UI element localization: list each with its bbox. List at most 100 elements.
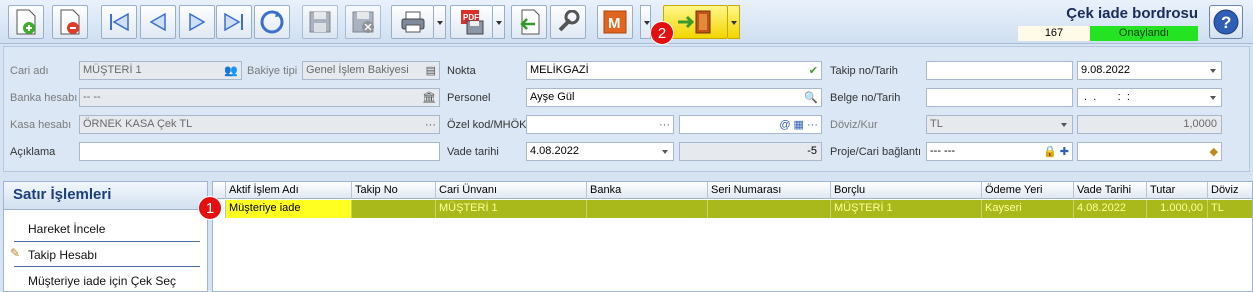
table-cell[interactable] (708, 200, 831, 218)
save-button[interactable] (302, 5, 338, 39)
column-header[interactable]: Cari Ünvanı (436, 182, 587, 199)
table-cell[interactable]: Müşteriye iade (226, 200, 352, 218)
new-document-button[interactable] (8, 5, 44, 39)
column-header[interactable]: Ödeme Yeri (982, 182, 1074, 199)
cari-adi-field[interactable]: MÜŞTERİ 1 👥 (79, 61, 242, 80)
takip-no-field[interactable] (926, 61, 1073, 80)
table-cell[interactable]: 4.08.2022 (1074, 200, 1147, 218)
delete-document-button[interactable] (52, 5, 88, 39)
table-cell[interactable]: TL (1208, 200, 1252, 218)
save-cancel-icon (352, 11, 374, 33)
svg-text:?: ? (1221, 13, 1231, 32)
table-cell[interactable]: Kayseri (982, 200, 1074, 218)
table-cell[interactable] (587, 200, 708, 218)
previous-icon (149, 13, 166, 31)
annotation-badge-2: 2 (650, 21, 674, 45)
column-header[interactable]: Takip No (352, 182, 436, 199)
kasa-hesabi-field[interactable]: ÖRNEK KASA Çek TL ··· (79, 115, 440, 134)
action-hareket-incele[interactable]: Hareket İncele (28, 222, 105, 236)
cari-baglanti-field[interactable]: ◆ (1077, 142, 1222, 161)
last-record-button[interactable] (216, 5, 252, 39)
vade-tarihi-field[interactable]: 4.08.2022 (526, 142, 674, 161)
kur-field: 1,0000 (1077, 115, 1222, 134)
pdf-export-button[interactable]: PDF (450, 5, 493, 39)
person-search-icon: 🔍 (804, 92, 818, 104)
takip-no-label: Takip no/Tarih (830, 65, 898, 77)
action-takip-hesabi[interactable]: Takip Hesabı (28, 248, 97, 262)
pdf-dropdown[interactable] (493, 5, 505, 39)
refresh-icon (260, 10, 284, 34)
wrench-icon (558, 10, 580, 32)
aciklama-field[interactable] (79, 142, 440, 161)
ozel-kod-field[interactable]: ··· (526, 115, 674, 134)
column-header[interactable]: Aktif İşlem Adı (226, 182, 352, 199)
header-form: Cari adı MÜŞTERİ 1 👥 Bakiye tipi Genel İş… (3, 46, 1250, 172)
delete-document-icon (60, 9, 80, 35)
belge-no-label: Belge no/Tarih (830, 92, 901, 104)
personel-label: Personel (447, 92, 491, 104)
module-m-button[interactable]: M (597, 5, 633, 39)
lock-plus-icon: 🔒 ✚ (1043, 146, 1069, 158)
personel-field[interactable]: Ayşe Gül 🔍 (526, 88, 822, 107)
nokta-label: Nokta (447, 65, 476, 77)
vade-days-field: -5 (679, 142, 822, 161)
import-button[interactable] (511, 5, 547, 39)
users-icon: 👥 (224, 65, 238, 77)
transfer-dropdown[interactable] (728, 5, 740, 39)
column-header[interactable]: Banka (587, 182, 708, 199)
column-header[interactable]: Tutar (1147, 182, 1208, 199)
save-icon (309, 11, 331, 33)
email-icon: @ ▦ ··· (779, 119, 818, 131)
ozel-kod-label: Özel kod/MHÖK (447, 119, 527, 131)
tools-button[interactable] (550, 5, 586, 39)
print-button[interactable] (391, 5, 434, 39)
table-cell[interactable] (352, 200, 436, 218)
table-row[interactable]: Müşteriye iade MÜŞTERİ 1 MÜŞTERİ 1 Kayse… (213, 200, 1252, 218)
column-header[interactable]: Borçlu (831, 182, 982, 199)
bakiye-tipi-field[interactable]: Genel İşlem Bakiyesi ▤ (302, 61, 440, 80)
action-cek-sec[interactable]: Müşteriye iade için Çek Seç (28, 274, 176, 288)
first-record-button[interactable] (101, 5, 137, 39)
column-header[interactable]: Döviz (1208, 182, 1252, 199)
list-icon: ▤ (425, 65, 436, 77)
print-dropdown[interactable] (434, 5, 446, 39)
doviz-select[interactable]: TL (926, 115, 1073, 134)
row-actions-title: Satır İşlemleri (4, 182, 207, 210)
first-icon (110, 13, 129, 31)
belge-no-field[interactable] (926, 88, 1073, 107)
row-actions-panel: Satır İşlemleri Hareket İncele ✎ Takip H… (3, 181, 208, 292)
banka-hesabi-field[interactable]: -- -- 🏛 (79, 88, 440, 107)
svg-text:M: M (608, 15, 621, 32)
mhok-field[interactable]: @ ▦ ··· (679, 115, 822, 134)
table-cell[interactable]: MÜŞTERİ 1 (436, 200, 587, 218)
help-button[interactable]: ? (1209, 5, 1243, 39)
previous-record-button[interactable] (140, 5, 176, 39)
refresh-button[interactable] (254, 5, 290, 39)
next-record-button[interactable] (179, 5, 215, 39)
table-cell[interactable]: 1.000,00 (1147, 200, 1208, 218)
lines-grid: Aktif İşlem Adı Takip No Cari Ünvanı Ban… (212, 181, 1253, 292)
column-header[interactable]: Seri Numarası (708, 182, 831, 199)
next-icon (189, 13, 206, 31)
aciklama-label: Açıklama (10, 146, 56, 158)
nokta-field[interactable]: MELİKGAZİ ✔ (526, 61, 822, 80)
proje-field[interactable]: --- --- 🔒 ✚ (926, 142, 1073, 161)
column-header[interactable]: Vade Tarihi (1074, 182, 1147, 199)
bakiye-tipi-label: Bakiye tipi (247, 65, 298, 77)
new-document-icon (16, 9, 36, 35)
annotation-badge-1: 1 (198, 196, 222, 220)
proje-label: Proje/Cari bağlantı (830, 146, 922, 158)
cari-adi-label: Cari adı (10, 65, 49, 77)
cancel-button[interactable] (345, 5, 381, 39)
takip-date-field[interactable]: 9.08.2022 (1077, 61, 1222, 80)
kasa-hesabi-label: Kasa hesabı (10, 119, 72, 131)
belge-date-field[interactable]: . . : : (1077, 88, 1222, 107)
toolbar: PDF M Çek iade bordrosu 167 Onaylandı ? (0, 0, 1253, 44)
banka-hesabi-label: Banka hesabı (10, 92, 78, 104)
grid-header: Aktif İşlem Adı Takip No Cari Ünvanı Ban… (213, 182, 1252, 199)
pdf-icon: PDF (460, 10, 483, 35)
divider (14, 241, 200, 242)
transfer-door-icon (677, 10, 710, 34)
table-cell[interactable]: MÜŞTERİ 1 (831, 200, 982, 218)
document-number: 167 (1018, 26, 1090, 41)
